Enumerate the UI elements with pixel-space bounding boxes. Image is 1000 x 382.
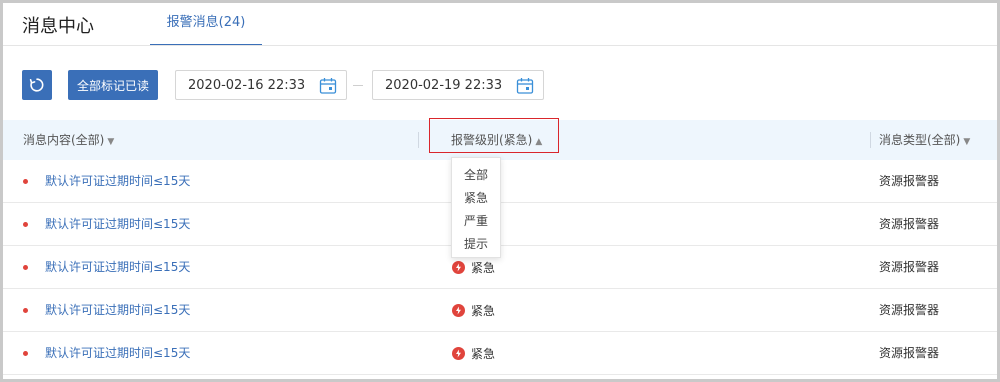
message-type: 资源报警器 xyxy=(879,217,940,231)
lightning-icon xyxy=(452,261,465,274)
refresh-button[interactable] xyxy=(22,70,52,100)
column-separator xyxy=(418,132,419,148)
unread-dot xyxy=(23,265,28,270)
calendar-icon[interactable] xyxy=(516,77,534,95)
table-row[interactable]: 默认许可证过期时间≤15天 紧急 资源报警器 xyxy=(3,289,997,332)
message-type: 资源报警器 xyxy=(879,303,940,317)
column-header-content-label: 消息内容(全部) xyxy=(23,133,105,147)
start-date-input[interactable]: 2020-02-16 22:33 xyxy=(175,70,347,100)
start-date-value: 2020-02-16 22:33 xyxy=(188,77,306,93)
message-content-link[interactable]: 默认许可证过期时间≤15天 xyxy=(45,160,190,203)
message-content-link[interactable]: 默认许可证过期时间≤15天 xyxy=(45,203,190,246)
column-header-type-label: 消息类型(全部) xyxy=(879,133,961,147)
caret-down-icon: ▼ xyxy=(963,137,971,147)
alarm-level-label: 紧急 xyxy=(471,261,496,275)
dropdown-option-severe[interactable]: 严重 xyxy=(452,210,500,233)
lightning-icon xyxy=(452,304,465,317)
column-header-type[interactable]: 消息类型(全部) ▼ xyxy=(879,120,970,160)
message-type: 资源报警器 xyxy=(879,346,940,360)
refresh-icon xyxy=(29,78,44,92)
message-content-link[interactable]: 默认许可证过期时间≤15天 xyxy=(45,332,190,375)
dropdown-option-hint[interactable]: 提示 xyxy=(452,233,500,256)
unread-dot xyxy=(23,179,28,184)
alarm-level-label: 紧急 xyxy=(471,304,496,318)
end-date-input[interactable]: 2020-02-19 22:33 xyxy=(372,70,544,100)
date-range-separator xyxy=(353,85,363,86)
unread-dot xyxy=(23,351,28,356)
level-filter-dropdown: 全部 紧急 严重 提示 xyxy=(451,157,501,258)
header-divider xyxy=(3,45,997,46)
caret-down-icon: ▼ xyxy=(107,137,115,147)
page-title: 消息中心 xyxy=(22,16,94,37)
alarm-level: 紧急 xyxy=(452,289,495,332)
message-type: 资源报警器 xyxy=(879,260,940,274)
column-header-content[interactable]: 消息内容(全部) ▼ xyxy=(23,120,114,160)
calendar-icon[interactable] xyxy=(319,77,337,95)
mark-all-read-button[interactable]: 全部标记已读 xyxy=(68,70,158,100)
message-content-link[interactable]: 默认许可证过期时间≤15天 xyxy=(45,246,190,289)
message-content-link[interactable]: 默认许可证过期时间≤15天 xyxy=(45,289,190,332)
message-type: 资源报警器 xyxy=(879,174,940,188)
lightning-icon xyxy=(452,347,465,360)
unread-dot xyxy=(23,222,28,227)
dropdown-option-all[interactable]: 全部 xyxy=(452,164,500,187)
table-row[interactable]: 默认许可证过期时间≤15天 紧急 资源报警器 xyxy=(3,332,997,375)
column-separator xyxy=(870,132,871,148)
alarm-level: 紧急 xyxy=(452,332,495,375)
unread-dot xyxy=(23,308,28,313)
tab-alarm-messages[interactable]: 报警消息(24) xyxy=(150,0,262,46)
dropdown-option-urgent[interactable]: 紧急 xyxy=(452,187,500,210)
end-date-value: 2020-02-19 22:33 xyxy=(385,77,503,93)
alarm-level-label: 紧急 xyxy=(471,347,496,361)
level-header-highlight xyxy=(429,118,559,153)
